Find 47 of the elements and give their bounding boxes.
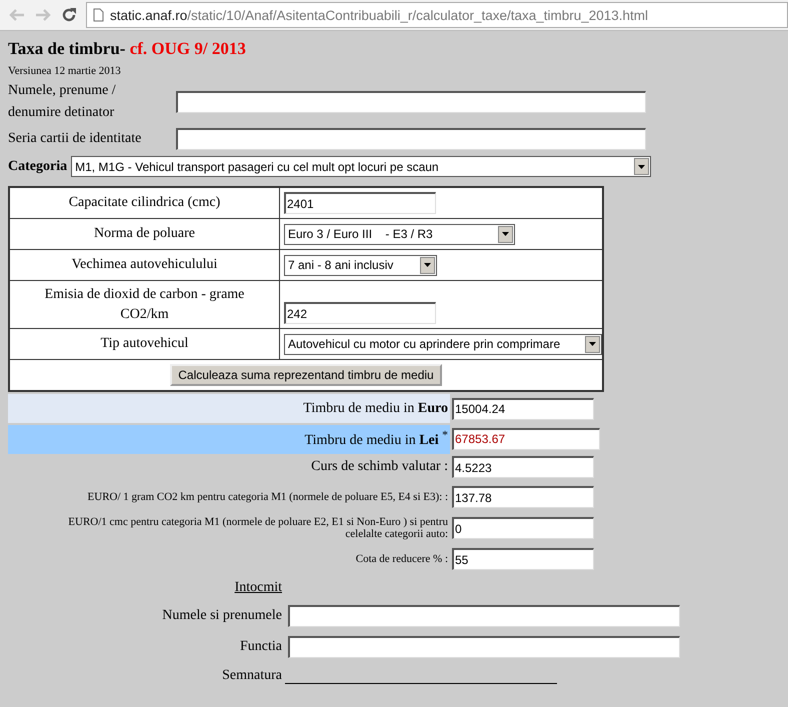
field-label: Semnatura [221, 668, 282, 684]
result-field[interactable]: 67853.67 [452, 428, 600, 450]
category-dropdown[interactable]: M1, M1G - Vehicul transport pasageri cu cel mult opt locuri pe scaun [71, 156, 652, 177]
field-label: Numele si prenumele [161, 608, 282, 624]
url-path: /static/10/Anaf/AsitentaContribuabili_r/calculator_taxe/taxa_timbru_2013.html [187, 8, 648, 22]
page-title: Taxa de timbru- [8, 39, 126, 58]
page-icon [93, 8, 104, 22]
result-field[interactable]: 4.5223 [452, 456, 594, 478]
field-label: EURO/1 cmc pentru categoria M1 (normele de poluare E2, E1 si Non-Euro ) si pentru celelalte categorii auto: [68, 516, 448, 540]
dropdown[interactable]: 7 ani - 8 ani inclusiv [284, 254, 437, 276]
field-label: Timbru de mediu in Lei $^{*}$ [304, 432, 448, 448]
field-label: Curs de schimb valutar : [311, 459, 448, 474]
dropdown[interactable]: Autovehicul cu motor cu aprindere prin comprimare [284, 334, 602, 354]
field-label: Norma de poluare [94, 226, 196, 241]
result-field[interactable]: 0 [452, 517, 594, 539]
field-label: Numele, prenume / denumire detinator [8, 82, 117, 122]
caret-icon [638, 164, 646, 168]
text-field[interactable] [288, 636, 680, 658]
field-label: Vechimea autovehiculului [72, 257, 218, 272]
caret-icon [589, 342, 596, 346]
field-label: Cota de reducere % : [356, 553, 448, 565]
field-label: Timbru de mediu in Euro [303, 401, 448, 416]
field-label: Tip autovehicul [100, 336, 188, 351]
title-reference: cf. OUG 9/ 2013 [130, 39, 246, 58]
result-field[interactable]: 15004.24 [452, 398, 594, 420]
address-bar[interactable]: static.anaf.ro/static/10/Anaf/AsitentaContribuabili_r/calculator_taxe/taxa_timbru_2013.html [86, 2, 788, 28]
caret-icon [502, 232, 509, 236]
calculate-button[interactable]: Calculeaza suma reprezentand timbru de mediu [170, 364, 442, 386]
field-label: EURO/ 1 gram CO2 km pentru categoria M1 (normele de poluare E5, E4 si E3): : [88, 491, 448, 503]
field-label: Capacitate cilindrica (cmc) [68, 195, 220, 210]
text-field[interactable] [176, 128, 646, 150]
field-label: Functia [239, 639, 282, 655]
field-label: Emisia de dioxid de carbon - grame CO2/km [44, 286, 244, 322]
dropdown[interactable]: Euro 3 / Euro III - E3 / R3 [284, 224, 515, 244]
text-field[interactable]: 2401 [284, 192, 436, 214]
caret-icon [424, 263, 431, 267]
result-field[interactable]: 137.78 [452, 486, 594, 508]
result-field[interactable]: 55 [452, 548, 594, 570]
url-host: static.anaf.ro [110, 8, 188, 22]
text-field[interactable] [176, 91, 646, 113]
section-heading: Intocmit [234, 580, 282, 596]
text-field[interactable]: 242 [284, 302, 436, 324]
reload-icon[interactable] [60, 6, 78, 24]
version-text: Versiunea 12 martie 2013 [8, 65, 122, 77]
text-field[interactable] [288, 605, 680, 627]
field-label: Categoria [8, 158, 68, 174]
field-label: Seria cartii de identitate [8, 130, 142, 148]
